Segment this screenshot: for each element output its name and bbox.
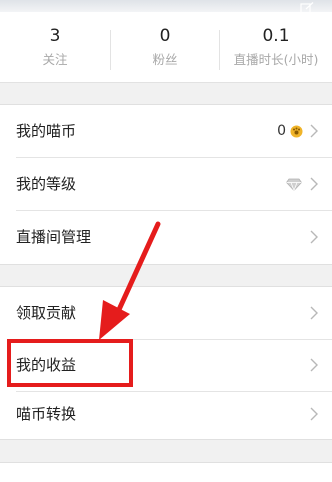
chevron-right-icon: [310, 177, 318, 191]
menu-group-next: [0, 462, 332, 482]
chevron-right-icon: [310, 358, 318, 372]
stat-following[interactable]: 3 关注: [0, 12, 110, 82]
chevron-right-icon: [310, 124, 318, 138]
menu-item-claim-contribution[interactable]: 领取贡献: [0, 287, 332, 340]
menu-item-label: 我的喵币: [16, 122, 77, 140]
menu-item-coin-exchange[interactable]: 喵币转换: [0, 388, 332, 441]
menu-group-account: 我的喵币 0 我的等级 直播间管理: [0, 104, 332, 265]
highlight-box: [7, 339, 133, 387]
menu-item-label: 我的等级: [16, 175, 77, 193]
menu-item-my-level[interactable]: 我的等级: [0, 158, 332, 211]
stat-following-label: 关注: [42, 52, 68, 67]
stat-following-value: 3: [49, 26, 61, 46]
chevron-right-icon: [310, 306, 318, 320]
menu-item-label: 直播间管理: [16, 228, 92, 246]
stat-fans[interactable]: 0 粉丝: [111, 12, 219, 82]
coin-icon: [290, 125, 303, 138]
stats-bar: 3 关注 0 粉丝 0.1 直播时长(小时): [0, 12, 332, 83]
stat-live-hours[interactable]: 0.1 直播时长(小时): [220, 12, 332, 82]
top-strip: [0, 0, 332, 14]
stat-fans-label: 粉丝: [152, 52, 178, 67]
stat-live-hours-value: 0.1: [262, 26, 290, 46]
stat-fans-value: 0: [159, 26, 171, 46]
chevron-right-icon: [310, 230, 318, 244]
chevron-right-icon: [310, 407, 318, 421]
coin-balance: 0: [277, 123, 286, 139]
diamond-icon: [286, 178, 302, 191]
menu-item-label: 喵币转换: [16, 405, 77, 423]
menu-item-label: 领取贡献: [16, 304, 77, 322]
menu-item-my-coins[interactable]: 我的喵币 0: [0, 105, 332, 158]
menu-item-room-management[interactable]: 直播间管理: [0, 211, 332, 264]
stat-live-hours-label: 直播时长(小时): [233, 52, 319, 67]
